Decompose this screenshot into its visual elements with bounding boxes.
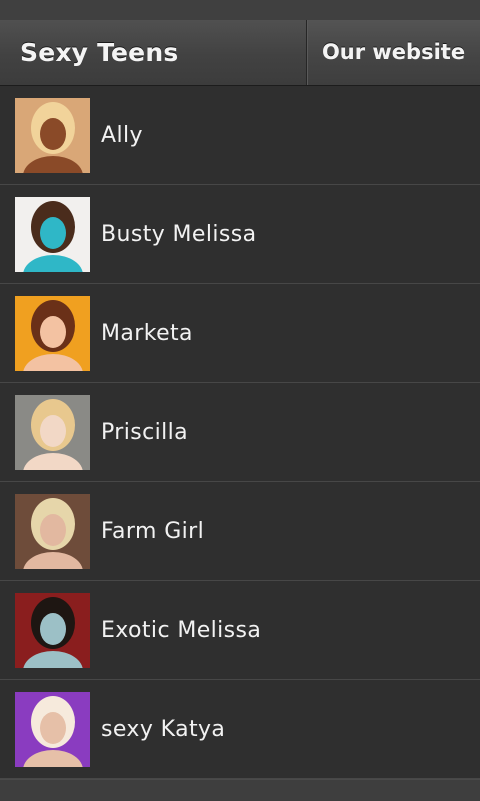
thumbnail-image [15,395,90,470]
list-item-busty-melissa[interactable]: Busty Melissa [0,185,480,284]
list-item-ally[interactable]: Ally [0,86,480,185]
list-item-label: Busty Melissa [101,222,257,247]
thumbnail-image [15,494,90,569]
list-item-marketa[interactable]: Marketa [0,284,480,383]
list-item-label: sexy Katya [101,717,226,742]
our-website-button[interactable]: Our website [306,20,480,85]
model-list: Ally Busty Melissa Marketa Priscilla Far… [0,86,480,779]
thumbnail-image [15,692,90,767]
list-item-label: Priscilla [101,420,189,445]
list-item-sexy-katya[interactable]: sexy Katya [0,680,480,779]
app-header: Sexy Teens Our website [0,20,480,86]
thumbnail-image [15,197,90,272]
list-item-priscilla[interactable]: Priscilla [0,383,480,482]
list-item-label: Exotic Melissa [101,618,262,643]
list-item-label: Farm Girl [101,519,205,544]
list-item-exotic-melissa[interactable]: Exotic Melissa [0,581,480,680]
thumbnail-image [15,296,90,371]
list-item-label: Ally [101,123,143,148]
thumbnail-image [15,593,90,668]
app-title: Sexy Teens [20,38,179,67]
list-item-farm-girl[interactable]: Farm Girl [0,482,480,581]
thumbnail-image [15,98,90,173]
status-bar [0,0,480,20]
list-item-label: Marketa [101,321,193,346]
bottom-bar [0,779,480,801]
